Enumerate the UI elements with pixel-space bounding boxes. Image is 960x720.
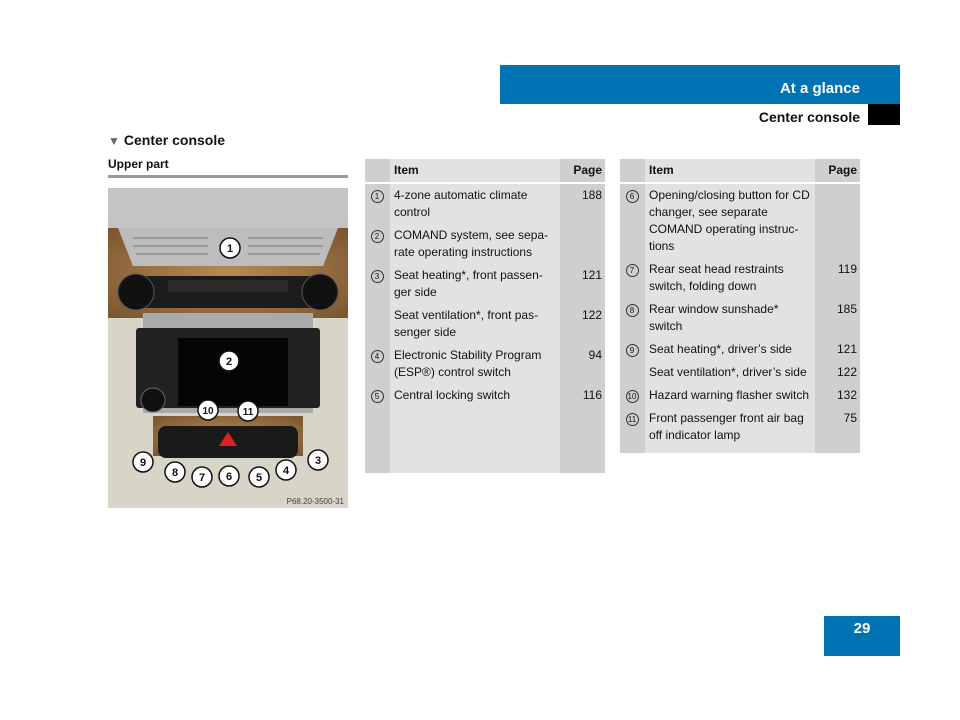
- item-description: Front passenger front air bag off indica…: [645, 407, 815, 447]
- table-row: 1 4-zone automatic climate control 188: [365, 183, 605, 224]
- number-circle: 10: [625, 390, 639, 403]
- item-number: 7: [620, 258, 645, 298]
- item-description: Central locking switch: [390, 384, 560, 407]
- filler-row: [620, 447, 860, 453]
- item-description: Seat ventilation*, driver’s side: [645, 361, 815, 384]
- number-circle: 3: [370, 270, 384, 283]
- item-description: 4-zone automatic climate control: [390, 183, 560, 224]
- item-page: [815, 183, 860, 258]
- callout-3: 3: [315, 455, 321, 467]
- item-page: 122: [815, 361, 860, 384]
- item-number: 1: [365, 183, 390, 224]
- item-number: 2: [365, 224, 390, 264]
- heading-text: Center console: [123, 132, 226, 148]
- callout-9: 9: [140, 457, 146, 469]
- item-page: 116: [560, 384, 605, 407]
- item-page: 94: [560, 344, 605, 384]
- table-row: 6 Opening/closing button for CD changer, …: [620, 183, 860, 258]
- subheading: Upper part: [108, 157, 169, 171]
- triangle-icon: ▼: [108, 134, 120, 148]
- section-marker: [868, 104, 900, 125]
- image-code: P68.20-3500-31: [287, 497, 345, 506]
- number-circle: 6: [625, 190, 639, 203]
- item-number: 6: [620, 183, 645, 258]
- manual-page: At a glance Center console ▼ Center conso…: [0, 0, 960, 720]
- chapter-title: At a glance: [779, 80, 860, 97]
- item-number: 9: [620, 338, 645, 361]
- table-row: 4 Electronic Stability Program (ESP®) con…: [365, 344, 605, 384]
- number-circle: 9: [625, 344, 639, 357]
- item-page: 75: [815, 407, 860, 447]
- table-row: 9 Seat heating*, driver’s side 121: [620, 338, 860, 361]
- header-page: Page: [560, 159, 605, 184]
- item-number: 11: [620, 407, 645, 447]
- number-circle: 7: [625, 264, 639, 277]
- page-heading: ▼ Center console: [108, 132, 225, 148]
- items-table-2: Item Page 6 Opening/closing button for CD …: [620, 159, 860, 453]
- item-page: 121: [815, 338, 860, 361]
- item-description: Rear window sunshade* switch: [645, 298, 815, 338]
- item-description: Rear seat head restraints switch, foldin…: [645, 258, 815, 298]
- table-row: Seat ventilation*, driver’s side 122: [620, 361, 860, 384]
- header-item: Item: [645, 159, 815, 184]
- item-page: 188: [560, 183, 605, 224]
- callout-11: 11: [243, 407, 254, 418]
- item-page: [560, 224, 605, 264]
- number-circle: 11: [625, 413, 639, 426]
- number-circle: 8: [625, 304, 639, 317]
- callout-2: 2: [226, 356, 232, 368]
- item-page: 185: [815, 298, 860, 338]
- number-circle: 5: [370, 390, 384, 403]
- items-table-1: Item Page 1 4-zone automatic climate contr…: [365, 159, 605, 473]
- item-description: Opening/closing button for CD changer, s…: [645, 183, 815, 258]
- item-number: 4: [365, 344, 390, 384]
- item-page: 122: [560, 304, 605, 344]
- section-title: Center console: [758, 109, 860, 125]
- item-number: 10: [620, 384, 645, 407]
- callout-1: 1: [227, 243, 233, 255]
- item-number: 8: [620, 298, 645, 338]
- header-item: Item: [390, 159, 560, 184]
- item-number: [620, 361, 645, 384]
- header-page: Page: [815, 159, 860, 184]
- number-circle: 1: [370, 190, 384, 203]
- table-row: 2 COMAND system, see sepa-rate operating …: [365, 224, 605, 264]
- item-page: 119: [815, 258, 860, 298]
- table-row: Seat ventilation*, front pas-senger side…: [365, 304, 605, 344]
- item-description: Electronic Stability Program (ESP®) cont…: [390, 344, 560, 384]
- item-description: Seat heating*, driver’s side: [645, 338, 815, 361]
- table-row: 3 Seat heating*, front passen-ger side 121: [365, 264, 605, 304]
- table-row: 8 Rear window sunshade* switch 185: [620, 298, 860, 338]
- number-circle: 2: [370, 230, 384, 243]
- callout-4: 4: [283, 465, 290, 477]
- callout-10: 10: [202, 406, 214, 417]
- item-page: 121: [560, 264, 605, 304]
- item-description: Seat ventilation*, front pas-senger side: [390, 304, 560, 344]
- number-circle: 4: [370, 350, 384, 363]
- callout-5: 5: [256, 472, 262, 484]
- item-number: 5: [365, 384, 390, 407]
- table-row: 5 Central locking switch 116: [365, 384, 605, 407]
- filler-row: [365, 407, 605, 473]
- callout-7: 7: [199, 472, 205, 484]
- item-description: Hazard warning flasher switch: [645, 384, 815, 407]
- table-row: 7 Rear seat head restraints switch, foldi…: [620, 258, 860, 298]
- item-number: [365, 304, 390, 344]
- callout-8: 8: [172, 467, 178, 479]
- item-number: 3: [365, 264, 390, 304]
- item-description: Seat heating*, front passen-ger side: [390, 264, 560, 304]
- callout-6: 6: [226, 471, 232, 483]
- item-page: 132: [815, 384, 860, 407]
- divider: [108, 175, 348, 178]
- table-row: 11 Front passenger front air bag off indi…: [620, 407, 860, 447]
- table-row: 10 Hazard warning flasher switch 132: [620, 384, 860, 407]
- item-description: COMAND system, see sepa-rate operating i…: [390, 224, 560, 264]
- page-number: 29: [824, 616, 900, 656]
- center-console-photo: 1 2 3 4 5 6 7 8 9 10 11 P68.20-3500-31: [108, 188, 348, 508]
